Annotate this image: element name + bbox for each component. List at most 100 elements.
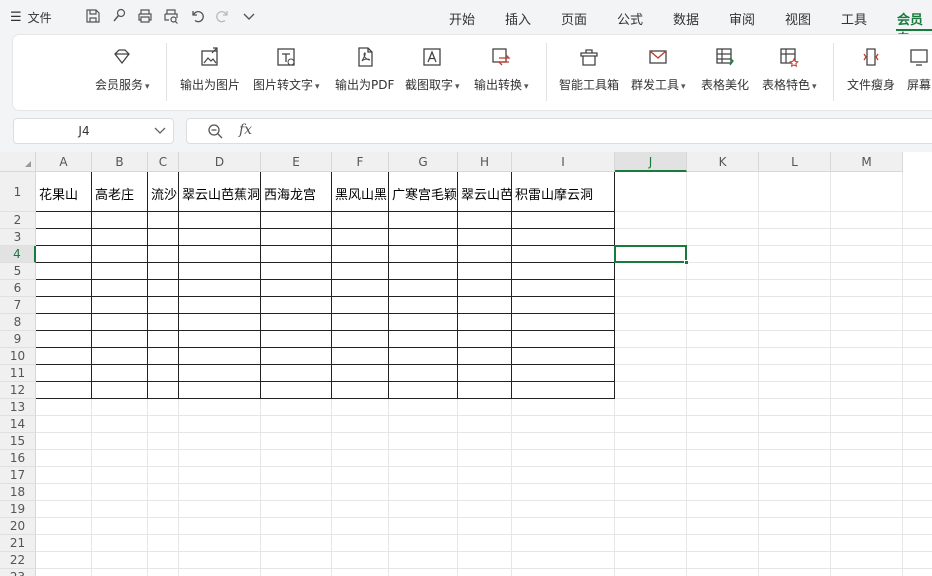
row-header-11[interactable]: 11 <box>0 365 36 382</box>
cell-i1[interactable]: 积雷山摩云洞 <box>513 184 614 202</box>
row-header-21[interactable]: 21 <box>0 535 36 552</box>
column-header-f[interactable]: F <box>332 152 389 172</box>
redo-icon[interactable] <box>215 8 231 24</box>
column-header-g[interactable]: G <box>389 152 458 172</box>
column-header-d[interactable]: D <box>179 152 261 172</box>
cell-f1[interactable]: 黑风山黑 <box>333 184 388 202</box>
gridline <box>36 534 932 535</box>
column-header-j[interactable]: J <box>615 152 687 172</box>
tab-insert[interactable]: 插入 <box>505 9 531 28</box>
format-painter-icon[interactable] <box>111 8 127 24</box>
row-header-9[interactable]: 9 <box>0 331 36 348</box>
cell-h1[interactable]: 翠云山芭 <box>459 184 511 202</box>
column-header-k[interactable]: K <box>687 152 759 172</box>
column-header-l[interactable]: L <box>759 152 831 172</box>
zoom-icon[interactable] <box>207 123 224 140</box>
name-box[interactable]: J4 <box>13 118 174 144</box>
gridline <box>36 500 932 501</box>
select-all-corner[interactable] <box>0 152 36 172</box>
row-header-12[interactable]: 12 <box>0 382 36 399</box>
cell-d1[interactable]: 翠云山芭蕉洞 <box>180 184 260 202</box>
export-pdf-button[interactable]: 输出为PDF <box>335 46 394 93</box>
export-image-button[interactable]: 输出为图片 <box>180 46 240 93</box>
row-header-20[interactable]: 20 <box>0 518 36 535</box>
row-header-8[interactable]: 8 <box>0 314 36 331</box>
column-header-i[interactable]: I <box>512 152 615 172</box>
smart-toolbox-label: 智能工具箱 <box>559 78 620 92</box>
image-to-text-button[interactable]: 图片转文字 ▾ <box>253 46 320 93</box>
table-beautify-button[interactable]: 表格美化 <box>701 46 749 93</box>
tab-home[interactable]: 开始 <box>449 9 475 28</box>
gridline <box>36 483 932 484</box>
print-icon[interactable] <box>137 8 153 24</box>
cell-border <box>614 172 615 399</box>
member-service-button[interactable]: 会员服务 ▾ <box>95 46 150 93</box>
spreadsheet-grid[interactable]: ABCDEFGHIJKLM 1 2 3 4 5 6 7 8 9 10 11 12 13 14 15 16 17 1… <box>0 152 932 576</box>
row-header-1[interactable]: 1 <box>0 172 36 212</box>
undo-icon[interactable] <box>189 8 205 24</box>
column-header-e[interactable]: E <box>261 152 332 172</box>
gridline <box>758 172 759 576</box>
row-header-23[interactable]: 23 <box>0 569 36 576</box>
cell-a1[interactable]: 花果山 <box>37 184 91 202</box>
mass-send-button[interactable]: 群发工具 ▾ <box>631 46 686 93</box>
cell-border <box>388 172 389 399</box>
cell-border <box>260 172 261 399</box>
row-header-5[interactable]: 5 <box>0 263 36 280</box>
screenshot-text-button[interactable]: 截图取字 ▾ <box>405 46 460 93</box>
fill-handle[interactable] <box>684 260 689 265</box>
cell-g1[interactable]: 广寒宫毛颖 <box>390 184 457 202</box>
chevron-down-icon[interactable] <box>153 122 167 138</box>
column-header-h[interactable]: H <box>458 152 512 172</box>
tab-review[interactable]: 审阅 <box>729 9 755 28</box>
gridline <box>36 415 932 416</box>
column-header-c[interactable]: C <box>148 152 179 172</box>
row-header-2[interactable]: 2 <box>0 212 36 229</box>
formula-input[interactable]: fx <box>186 118 932 144</box>
export-pdf-label: 输出为PDF <box>335 78 395 92</box>
cell-e1[interactable]: 西海龙宫 <box>262 184 331 202</box>
save-icon[interactable] <box>85 8 101 24</box>
active-tab-indicator <box>896 29 932 31</box>
tab-page[interactable]: 页面 <box>561 9 587 28</box>
active-cell-cursor <box>614 245 689 265</box>
table-feature-button[interactable]: 表格特色 ▾ <box>762 46 817 93</box>
column-header-b[interactable]: B <box>92 152 148 172</box>
print-preview-icon[interactable] <box>163 8 179 24</box>
cell-border <box>36 347 615 348</box>
chevron-down-icon[interactable] <box>241 8 257 24</box>
gridline <box>902 172 903 576</box>
row-header-14[interactable]: 14 <box>0 416 36 433</box>
column-header-a[interactable]: A <box>36 152 92 172</box>
smart-toolbox-button[interactable]: 智能工具箱 <box>559 46 619 93</box>
row-header-13[interactable]: 13 <box>0 399 36 416</box>
export-image-icon <box>199 46 221 68</box>
row-header-10[interactable]: 10 <box>0 348 36 365</box>
screen-button[interactable]: 屏幕 <box>907 46 931 93</box>
row-header-22[interactable]: 22 <box>0 552 36 569</box>
row-header-15[interactable]: 15 <box>0 433 36 450</box>
output-convert-button[interactable]: 输出转换 ▾ <box>474 46 529 93</box>
member-service-label: 会员服务 <box>95 78 144 92</box>
formula-bar: J4 fx <box>0 116 932 148</box>
cell-c1[interactable]: 流沙 <box>149 184 178 202</box>
row-header-17[interactable]: 17 <box>0 467 36 484</box>
row-header-16[interactable]: 16 <box>0 450 36 467</box>
cell-b1[interactable]: 高老庄 <box>93 184 147 202</box>
file-slim-button[interactable]: 文件瘦身 <box>847 46 895 93</box>
table-beautify-icon <box>714 46 736 68</box>
fx-icon[interactable]: fx <box>239 122 252 138</box>
tab-tools[interactable]: 工具 <box>841 9 867 28</box>
row-header-7[interactable]: 7 <box>0 297 36 314</box>
row-header-4[interactable]: 4 <box>0 246 36 263</box>
column-header-m[interactable]: M <box>831 152 903 172</box>
hamburger-icon: ☰ <box>10 9 22 25</box>
row-header-3[interactable]: 3 <box>0 229 36 246</box>
file-menu[interactable]: ☰ 文件 <box>10 0 52 34</box>
row-header-19[interactable]: 19 <box>0 501 36 518</box>
row-header-6[interactable]: 6 <box>0 280 36 297</box>
row-header-18[interactable]: 18 <box>0 484 36 501</box>
tab-view[interactable]: 视图 <box>785 9 811 28</box>
tab-formula[interactable]: 公式 <box>617 9 643 28</box>
tab-data[interactable]: 数据 <box>673 9 699 28</box>
